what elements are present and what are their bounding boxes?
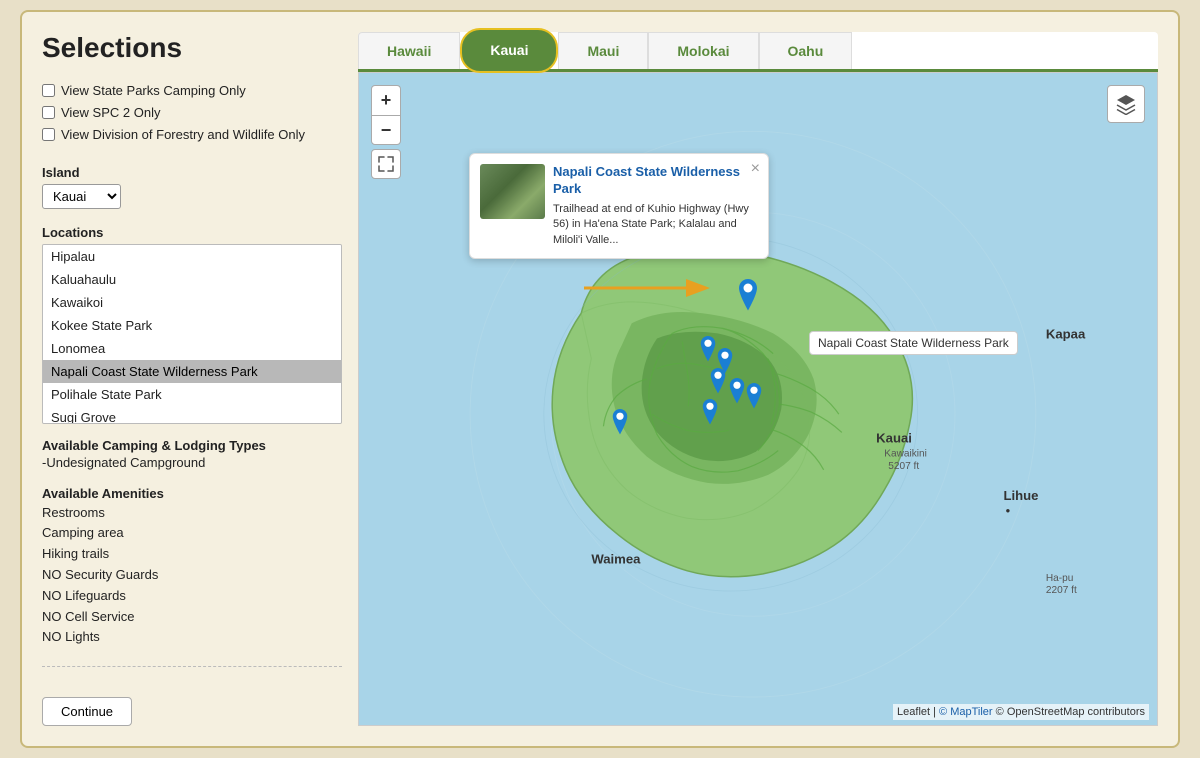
continue-button[interactable]: Continue	[42, 697, 132, 726]
layers-icon	[1115, 93, 1137, 115]
svg-text:●: ●	[1005, 506, 1010, 515]
checkbox-label-2: View SPC 2 Only	[61, 104, 160, 122]
popup-title: Napali Coast State Wilderness Park	[553, 164, 758, 198]
page-title: Selections	[42, 32, 342, 64]
checkbox-label-1: View State Parks Camping Only	[61, 82, 246, 100]
svg-text:Lihue: Lihue	[1003, 488, 1038, 503]
list-item[interactable]: Sugi Grove	[43, 406, 341, 424]
arrow-svg	[574, 263, 724, 313]
amenities-title: Available Amenities	[42, 486, 342, 501]
list-item[interactable]: Lonomea	[43, 337, 341, 360]
map-pin-7[interactable]	[699, 399, 721, 431]
checkbox-row-1: View State Parks Camping Only	[42, 82, 342, 100]
locations-label: Locations	[42, 225, 342, 240]
locations-section: Locations Hipalau Kaluahaulu Kawaikoi Ko…	[42, 225, 342, 424]
popup-text: Napali Coast State Wilderness Park Trail…	[553, 164, 758, 248]
list-item[interactable]: Kaluahaulu	[43, 268, 341, 291]
list-item[interactable]: Kawaikoi	[43, 291, 341, 314]
list-item[interactable]: Kokee State Park	[43, 314, 341, 337]
checkbox-spc2[interactable]	[42, 106, 55, 119]
amenity-no-lifeguards: NO Lifeguards	[42, 586, 342, 607]
map-pin-napali[interactable]	[734, 279, 762, 318]
checkbox-row-2: View SPC 2 Only	[42, 104, 342, 122]
amenity-no-lights: NO Lights	[42, 627, 342, 648]
osm-credit: © OpenStreetMap contributors	[996, 706, 1145, 718]
island-label: Island	[42, 165, 342, 180]
map-pin-polihale[interactable]	[609, 409, 631, 441]
locations-list[interactable]: Hipalau Kaluahaulu Kawaikoi Kokee State …	[42, 244, 342, 424]
island-section: Island Hawaii Kauai Maui Molokai Oahu	[42, 165, 342, 209]
amenity-no-cell: NO Cell Service	[42, 607, 342, 628]
camping-type-item: -Undesignated Campground	[42, 455, 342, 470]
svg-text:2207 ft: 2207 ft	[1046, 585, 1077, 596]
right-panel: Hawaii Kauai Maui Molokai Oahu	[358, 32, 1158, 726]
zoom-in-button[interactable]: +	[371, 85, 401, 115]
map-popup: × Napali Coast State Wilderness Park Tra…	[469, 153, 769, 259]
popup-description: Trailhead at end of Kuhio Highway (Hwy 5…	[553, 202, 758, 248]
camping-types-title: Available Camping & Lodging Types	[42, 438, 342, 453]
fullscreen-button[interactable]	[371, 149, 401, 179]
zoom-out-button[interactable]: −	[371, 115, 401, 145]
map-tooltip: Napali Coast State Wilderness Park	[809, 331, 1018, 355]
map-container: Kapaa Kauai Kawaikini 5207 ft Lihue ● Ha…	[358, 72, 1158, 726]
list-item[interactable]: Hipalau	[43, 245, 341, 268]
svg-text:Kawaikini: Kawaikini	[884, 449, 927, 460]
fullscreen-icon	[378, 156, 394, 172]
tab-oahu[interactable]: Oahu	[759, 32, 853, 69]
checkboxes-group: View State Parks Camping Only View SPC 2…	[42, 82, 342, 149]
amenity-restrooms: Restrooms	[42, 503, 342, 524]
amenity-no-security: NO Security Guards	[42, 565, 342, 586]
arrow-indicator	[574, 263, 724, 316]
camping-types-section: Available Camping & Lodging Types -Undes…	[42, 438, 342, 470]
tab-maui[interactable]: Maui	[558, 32, 648, 69]
svg-text:Kapaa: Kapaa	[1046, 326, 1086, 341]
divider	[42, 666, 342, 667]
tab-hawaii[interactable]: Hawaii	[358, 32, 460, 69]
svg-text:Ha-pu: Ha-pu	[1046, 573, 1074, 584]
svg-text:Kauai: Kauai	[876, 431, 912, 446]
list-item[interactable]: Polihale State Park	[43, 383, 341, 406]
map-pin-6[interactable]	[743, 383, 765, 415]
tabs-row: Hawaii Kauai Maui Molokai Oahu	[358, 32, 1158, 72]
main-container: Selections View State Parks Camping Only…	[20, 10, 1180, 748]
checkbox-row-3: View Division of Forestry and Wildlife O…	[42, 126, 342, 144]
maptiler-link[interactable]: © MapTiler	[939, 706, 993, 718]
zoom-controls: + −	[371, 85, 401, 145]
popup-content: Napali Coast State Wilderness Park Trail…	[480, 164, 758, 248]
layers-button[interactable]	[1107, 85, 1145, 123]
island-select[interactable]: Hawaii Kauai Maui Molokai Oahu	[42, 184, 121, 209]
tab-kauai[interactable]: Kauai	[460, 28, 558, 73]
popup-image	[480, 164, 545, 219]
map-attribution: Leaflet | © MapTiler © OpenStreetMap con…	[893, 704, 1149, 720]
left-panel: Selections View State Parks Camping Only…	[42, 32, 342, 726]
checkbox-forestry[interactable]	[42, 128, 55, 141]
leaflet-credit: Leaflet |	[897, 706, 939, 718]
popup-close-button[interactable]: ×	[751, 160, 760, 178]
tab-molokai[interactable]: Molokai	[648, 32, 758, 69]
checkbox-label-3: View Division of Forestry and Wildlife O…	[61, 126, 305, 144]
amenity-camping: Camping area	[42, 523, 342, 544]
list-item-selected[interactable]: Napali Coast State Wilderness Park	[43, 360, 341, 383]
svg-text:Waimea: Waimea	[591, 552, 641, 567]
amenity-hiking: Hiking trails	[42, 544, 342, 565]
svg-text:5207 ft: 5207 ft	[888, 461, 919, 472]
amenities-section: Available Amenities Restrooms Camping ar…	[42, 486, 342, 649]
checkbox-state-parks[interactable]	[42, 84, 55, 97]
